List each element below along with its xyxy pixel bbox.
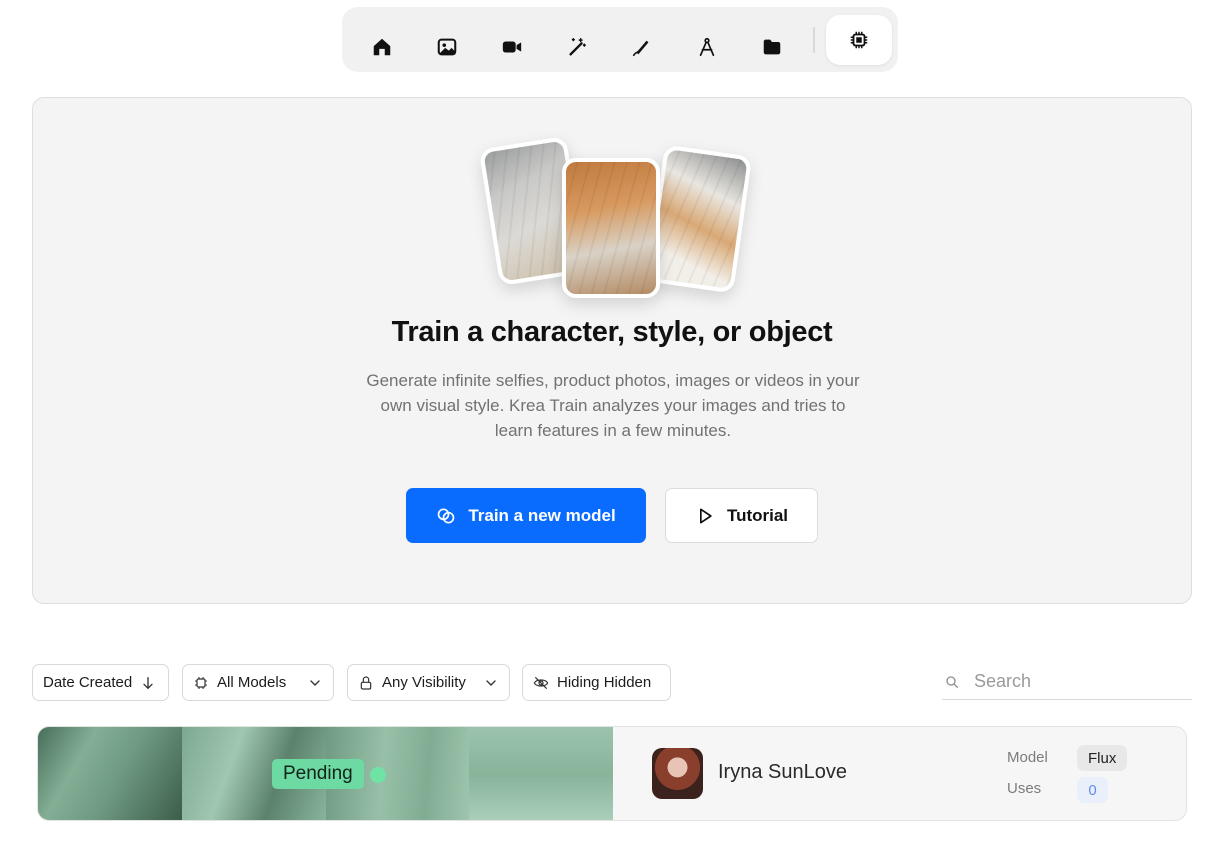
train-hero-panel: Train a character, style, or object Gene… xyxy=(32,97,1192,604)
visibility-filter-dropdown[interactable]: Any Visibility xyxy=(347,664,510,701)
status-dot xyxy=(370,767,386,783)
top-toolbar xyxy=(342,7,898,72)
toolbar-divider xyxy=(813,27,815,53)
example-image-right xyxy=(645,144,753,294)
compass-icon xyxy=(699,37,715,57)
train-button[interactable] xyxy=(826,15,892,65)
chip-icon xyxy=(195,676,207,689)
training-image xyxy=(38,727,182,820)
uses-count: 0 xyxy=(1077,777,1108,803)
model-type-value: Flux xyxy=(1077,745,1128,771)
visibility-filter-label: Any Visibility xyxy=(382,674,466,691)
image-icon xyxy=(437,38,457,56)
folder-icon xyxy=(763,39,781,55)
models-filter-label: All Models xyxy=(217,674,287,691)
train-new-model-label: Train a new model xyxy=(468,505,616,525)
model-name: Iryna SunLove xyxy=(718,761,847,783)
arrow-down-icon xyxy=(143,676,153,689)
hidden-toggle[interactable]: Hiding Hidden xyxy=(522,664,671,701)
status-badge: Pending xyxy=(272,759,364,789)
eye-off-icon xyxy=(533,676,549,689)
chevron-down-icon xyxy=(310,679,320,686)
play-icon xyxy=(699,508,712,523)
enhance-button[interactable] xyxy=(552,22,602,72)
search-bar xyxy=(942,664,1192,700)
train-new-model-button[interactable]: Train a new model xyxy=(406,488,646,543)
design-button[interactable] xyxy=(682,22,732,72)
search-icon xyxy=(946,675,958,688)
image-button[interactable] xyxy=(422,22,472,72)
model-avatar xyxy=(652,748,703,799)
assets-button[interactable] xyxy=(747,22,797,72)
pen-icon xyxy=(632,40,649,57)
chevron-down-icon xyxy=(486,679,496,686)
magic-wand-icon xyxy=(569,38,586,56)
sort-label: Date Created xyxy=(43,674,133,691)
hero-title: Train a character, style, or object xyxy=(391,316,833,348)
example-image-center xyxy=(562,158,660,298)
sort-dropdown[interactable]: Date Created xyxy=(32,664,169,701)
overlap-circles-icon xyxy=(437,508,455,523)
model-type-label: Model xyxy=(1007,749,1048,766)
training-image xyxy=(469,727,613,820)
draw-button[interactable] xyxy=(617,22,667,72)
video-icon xyxy=(502,41,522,53)
search-input[interactable] xyxy=(974,671,1174,692)
lock-icon xyxy=(360,675,372,690)
models-filter-dropdown[interactable]: All Models xyxy=(182,664,334,701)
home-button[interactable] xyxy=(357,22,407,72)
uses-label: Uses xyxy=(1007,780,1042,797)
tutorial-label: Tutorial xyxy=(726,505,789,525)
tutorial-button[interactable]: Tutorial xyxy=(665,488,818,543)
model-card[interactable]: Pending Iryna SunLove Model Flux Uses 0 xyxy=(37,726,1187,821)
video-button[interactable] xyxy=(487,22,537,72)
home-icon xyxy=(373,38,391,56)
chip-icon xyxy=(850,31,868,49)
hero-description: Generate infinite selfies, product photo… xyxy=(366,371,860,440)
hidden-toggle-label: Hiding Hidden xyxy=(557,674,652,691)
